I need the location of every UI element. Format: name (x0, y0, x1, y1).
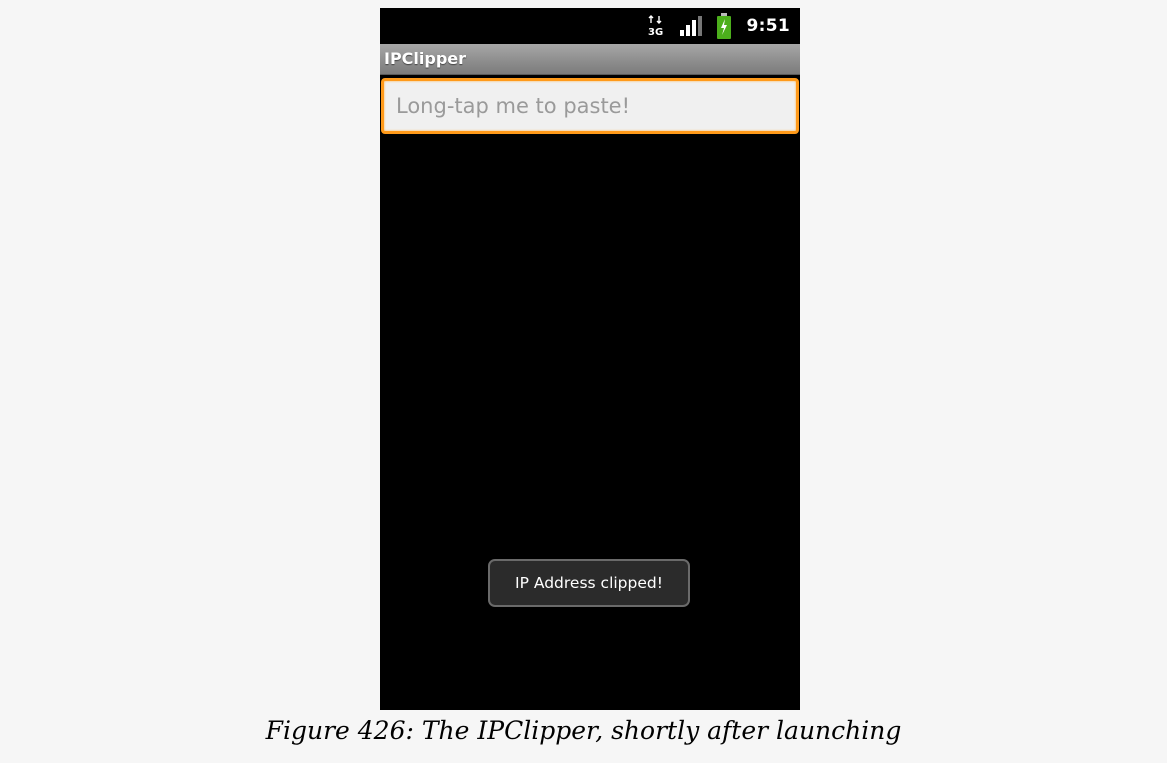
3g-data-icon: 3G (647, 14, 665, 38)
toast-notification: IP Address clipped! (488, 559, 690, 607)
app-title: IPClipper (384, 49, 467, 68)
paste-input[interactable] (396, 81, 786, 131)
figure-caption: Figure 426: The IPClipper, shortly after… (265, 716, 902, 745)
app-title-bar: IPClipper (380, 44, 800, 75)
status-icons: 3G 9:51 (647, 8, 790, 44)
phone-screen: 3G 9:51 IPClipper Long-tap me to paste! … (380, 8, 800, 710)
paste-input-field[interactable] (381, 78, 799, 134)
battery-charging-icon (716, 13, 731, 39)
status-clock: 9:51 (746, 16, 790, 36)
status-bar: 3G 9:51 (380, 8, 800, 44)
network-label: 3G (648, 27, 663, 38)
signal-strength-icon (679, 14, 703, 38)
toast-message: IP Address clipped! (515, 574, 663, 592)
figure-page: 3G 9:51 IPClipper Long-tap me to paste! … (0, 0, 1167, 763)
